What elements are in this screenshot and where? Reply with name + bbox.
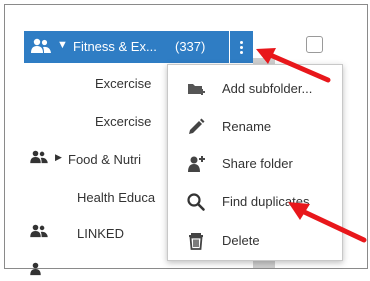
- menu-item-share-folder[interactable]: Share folder: [168, 145, 342, 181]
- menu-item-rename[interactable]: Rename: [168, 108, 342, 144]
- pencil-icon: [186, 117, 206, 137]
- folder-item-label[interactable]: Excercise: [95, 76, 151, 91]
- menu-item-label: Delete: [222, 233, 260, 248]
- folder-count: (337): [175, 39, 206, 54]
- shared-users-icon: [30, 38, 52, 59]
- search-icon: [186, 192, 206, 212]
- folder-item-label[interactable]: Health Educa: [77, 190, 155, 205]
- add-user-icon: [186, 154, 206, 174]
- shared-users-icon: [29, 224, 49, 243]
- trash-icon: [186, 231, 206, 251]
- shared-users-icon: [29, 262, 49, 281]
- shared-users-icon: [29, 150, 49, 169]
- annotation-arrow-icon: [288, 202, 367, 243]
- caret-down-icon[interactable]: ▼: [57, 39, 68, 51]
- add-folder-icon: [186, 79, 206, 99]
- annotation-arrow-icon: [256, 48, 331, 83]
- selected-folder-header[interactable]: ▼ Fitness & Ex... (337): [24, 31, 253, 63]
- folder-item-label[interactable]: LINKED: [77, 226, 124, 241]
- caret-right-icon[interactable]: ▶: [55, 152, 62, 163]
- menu-item-label: Share folder: [222, 156, 293, 171]
- folder-name: Fitness & Ex...: [73, 39, 157, 54]
- folder-item-label[interactable]: Excercise: [95, 114, 151, 129]
- kebab-menu-icon[interactable]: [229, 31, 254, 63]
- menu-item-label: Rename: [222, 119, 272, 134]
- folder-item-label[interactable]: Food & Nutri: [68, 152, 141, 167]
